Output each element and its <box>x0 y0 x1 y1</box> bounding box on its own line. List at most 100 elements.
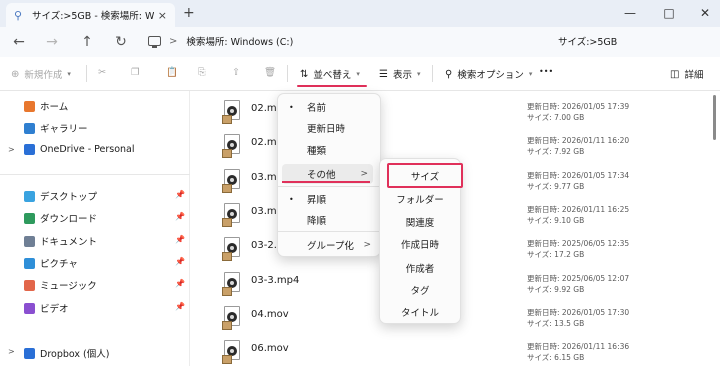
sidebar-item-label: ダウンロード <box>40 214 98 225</box>
close-button[interactable]: ✕ <box>690 3 720 23</box>
sidebar-item-music[interactable]: ミュージック <box>24 278 97 292</box>
sidebar-item-downloads[interactable]: ダウンロード <box>24 211 97 225</box>
file-size: サイズ: 7.00 GB <box>527 113 585 122</box>
sidebar-item-documents[interactable]: ドキュメント <box>24 234 97 248</box>
list-item[interactable]: 04.mov 更新日時: 2026/01/05 17:30 サイズ: 13.5 GB <box>222 301 702 335</box>
submenu-item-size[interactable]: サイズ <box>389 165 461 186</box>
submenu-item-5[interactable]: タグ <box>380 280 460 300</box>
video-file-icon <box>222 202 242 227</box>
chevron-right-icon: > <box>360 169 368 179</box>
file-meta: 更新日時: 2026/01/05 17:39 サイズ: 7.00 GB <box>527 101 629 123</box>
download-icon <box>24 212 35 224</box>
sidebar-item-videos[interactable]: ビデオ <box>24 301 69 315</box>
maximize-button[interactable]: □ <box>654 3 684 23</box>
new-tab-button[interactable]: + <box>183 5 195 21</box>
view-icon: ☰ <box>379 68 388 80</box>
sort-button[interactable]: ⇅ 並べ替え ▾ <box>300 67 360 82</box>
video-file-icon <box>222 237 242 262</box>
tab-title: サイズ:>5GB - 検索場所: Windo <box>32 11 154 22</box>
search-icon: ⚲ <box>14 8 23 22</box>
sort-menu-item-1[interactable]: 更新日時 <box>278 118 380 138</box>
details-pane-icon: ◫ <box>670 68 680 80</box>
sort-menu-item-2[interactable]: 種類 <box>278 140 380 160</box>
search-value: サイズ:>5GB <box>558 37 618 48</box>
video-file-icon <box>222 271 242 296</box>
sidebar-item-dropbox[interactable]: Dropbox (個人) <box>24 346 109 360</box>
new-button[interactable]: ⊕ 新規作成 ▾ <box>11 67 71 82</box>
view-button[interactable]: ☰ 表示 ▾ <box>379 67 421 82</box>
more-button[interactable]: ••• <box>539 67 553 76</box>
pin-icon[interactable]: 📌 <box>175 190 185 199</box>
sidebar-item-label: ドキュメント <box>40 237 98 248</box>
sort-menu-item-6[interactable]: グループ化 > <box>278 235 380 255</box>
share-icon[interactable]: ⇪ <box>232 67 240 78</box>
sort-menu-item-5[interactable]: 降順 <box>278 210 380 230</box>
submenu-item-1[interactable]: フォルダー <box>380 189 460 209</box>
sidebar-item-onedrive[interactable]: OneDrive - Personal <box>24 144 135 155</box>
search-options-icon: ⚲ <box>445 68 453 80</box>
file-size: サイズ: 6.15 GB <box>527 353 585 363</box>
sort-highlight-underline <box>297 85 367 87</box>
refresh-button[interactable]: ↻ <box>111 33 131 51</box>
submenu-item-2[interactable]: 関連度 <box>380 212 460 232</box>
submenu-label: 関連度 <box>405 218 435 229</box>
bullet-icon: • <box>289 194 294 204</box>
pin-icon[interactable]: 📌 <box>175 257 185 266</box>
search-options-button[interactable]: ⚲ 検索オプション ▾ <box>445 67 532 82</box>
file-size: サイズ: 9.92 GB <box>527 284 585 294</box>
sort-menu-item-4[interactable]: • 昇順 <box>278 189 380 209</box>
chevron-right-icon[interactable]: > <box>8 145 15 154</box>
file-modified: 更新日時: 2026/01/05 17:39 <box>527 102 630 111</box>
search-input[interactable]: サイズ:>5GB <box>549 30 711 52</box>
window-tab[interactable]: ⚲ サイズ:>5GB - 検索場所: Windo × <box>6 3 175 27</box>
sort-menu-label: 降順 <box>307 216 327 227</box>
file-modified: 更新日時: 2026/01/11 16:36 <box>527 342 630 352</box>
chevron-down-icon: ▾ <box>67 70 71 78</box>
menu-separator <box>278 231 380 232</box>
pin-icon[interactable]: 📌 <box>175 235 185 244</box>
sidebar-item-label: ミュージック <box>40 281 97 292</box>
sidebar-item-label: デスクトップ <box>40 192 98 203</box>
back-button[interactable]: ← <box>9 33 29 51</box>
divider <box>86 65 87 82</box>
details-button[interactable]: ◫ 詳細 <box>670 67 703 82</box>
breadcrumb[interactable]: 検索場所: Windows (C:) <box>186 34 293 48</box>
sidebar-item-label: ギャラリー <box>40 124 88 135</box>
sort-menu-label: 名前 <box>307 103 327 114</box>
cut-icon[interactable]: ✂ <box>98 67 106 78</box>
minimize-button[interactable]: — <box>615 3 645 23</box>
sidebar-item-pictures[interactable]: ピクチャ <box>24 256 78 270</box>
gallery-icon <box>24 122 35 134</box>
list-item[interactable]: 06.mov 更新日時: 2026/01/11 16:36 サイズ: 6.15 GB <box>222 335 702 366</box>
sort-menu-item-0[interactable]: • 名前 <box>278 97 380 117</box>
list-item[interactable]: 03-3.mp4 更新日時: 2025/06/05 12:07 サイズ: 9.92 … <box>222 267 702 301</box>
pin-icon[interactable]: 📌 <box>175 302 185 311</box>
copy-icon[interactable]: ❐ <box>131 67 140 78</box>
chevron-right-icon[interactable]: > <box>8 347 15 356</box>
sidebar-item-home[interactable]: ホーム <box>24 99 68 113</box>
video-file-icon <box>222 168 242 193</box>
address-bar[interactable]: > 検索場所: Windows (C:) <box>140 30 540 52</box>
submenu-item-3[interactable]: 作成日時 <box>380 234 460 254</box>
sort-menu-label: グループ化 <box>307 241 354 252</box>
tab-close-icon[interactable]: × <box>158 9 167 22</box>
pin-icon[interactable]: 📌 <box>175 212 185 221</box>
divider <box>432 65 433 82</box>
chevron-down-icon: ▾ <box>356 70 360 78</box>
scrollbar[interactable] <box>713 95 716 140</box>
sidebar-item-desktop[interactable]: デスクトップ <box>24 189 97 203</box>
forward-button[interactable]: → <box>42 33 62 51</box>
delete-icon[interactable]: 🗑 <box>264 67 276 78</box>
file-size: サイズ: 13.5 GB <box>527 318 585 328</box>
submenu-item-6[interactable]: タイトル <box>380 302 460 322</box>
paste-icon[interactable]: 📋 <box>166 67 178 78</box>
pin-icon[interactable]: 📌 <box>175 279 185 288</box>
sidebar-item-gallery[interactable]: ギャラリー <box>24 121 88 135</box>
rename-icon[interactable]: ⎘ <box>198 67 206 78</box>
picture-icon <box>24 257 35 269</box>
file-modified: 更新日時: 2025/06/05 12:07 <box>527 273 630 283</box>
divider <box>287 65 288 82</box>
submenu-item-4[interactable]: 作成者 <box>380 258 460 278</box>
file-modified: 更新日時: 2026/01/05 17:34 <box>527 170 630 180</box>
up-button[interactable]: ↑ <box>77 33 97 51</box>
